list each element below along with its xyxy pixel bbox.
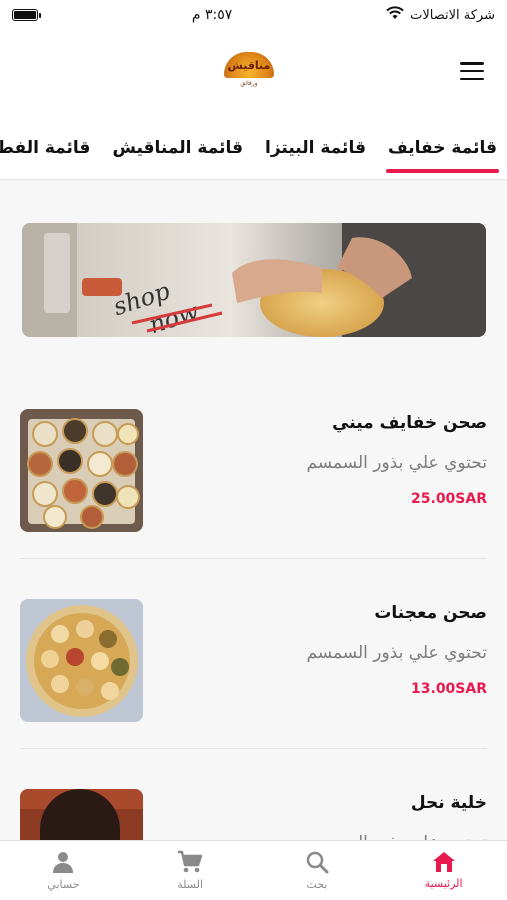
product-card[interactable]: صحن خفايف ميني تحتوي علي بذور السمسم 25.… (20, 409, 487, 549)
logo-text: مناقيش (224, 52, 274, 78)
nav-search-label: بحث (306, 878, 328, 891)
status-bar: ٣:٥٧ م شركة الاتصالات (0, 0, 507, 30)
product-image (20, 409, 143, 532)
product-name: خلية نحل (410, 793, 487, 813)
product-name: صحن خفايف ميني (332, 413, 487, 433)
nav-cart[interactable]: السلة (127, 841, 254, 900)
search-icon (306, 851, 329, 874)
nav-home-label: الرئيسية (424, 877, 463, 890)
nav-account[interactable]: حسابي (0, 841, 127, 900)
tab-khafayef[interactable]: قائمة خفايف (385, 138, 500, 173)
bottom-nav: الرئيسية بحث السلة حسابي (0, 840, 507, 900)
logo-subtext: ورقائق (240, 80, 258, 87)
product-price: 13.00SAR (411, 681, 487, 697)
tab-manakish[interactable]: قائمة المناقيش (112, 138, 243, 158)
account-icon (53, 852, 74, 873)
product-price: 25.00SAR (411, 491, 487, 507)
category-tabs: قائمة خفايف قائمة البيتزا قائمة المناقيش… (0, 112, 507, 180)
nav-account-label: حسابي (47, 878, 80, 891)
hamburger-menu-icon[interactable] (460, 62, 484, 80)
nav-search[interactable]: بحث (254, 841, 381, 900)
product-image (20, 599, 143, 722)
tab-pizza[interactable]: قائمة البيتزا (265, 138, 366, 158)
product-description: تحتوي علي بذور السمسم (306, 643, 487, 663)
product-description: تحتوي علي بذور السمسم (306, 453, 487, 473)
tab-fatayer[interactable]: قائمة الفطائر (0, 138, 90, 158)
nav-cart-label: السلة (177, 878, 204, 891)
divider (20, 558, 487, 559)
divider (20, 748, 487, 749)
cart-icon (178, 850, 203, 873)
promo-banner[interactable]: shop now (22, 223, 486, 337)
product-name: صحن معجنات (374, 603, 487, 623)
brand-logo[interactable]: مناقيش ورقائق (224, 52, 274, 90)
battery-icon (12, 9, 41, 21)
app-header: مناقيش ورقائق (0, 30, 507, 112)
nav-home[interactable]: الرئيسية (380, 841, 507, 900)
home-icon (432, 852, 455, 872)
tab-row: قائمة خفايف قائمة البيتزا قائمة المناقيش… (0, 138, 500, 173)
status-right: شركة الاتصالات (386, 6, 495, 24)
product-card[interactable]: صحن معجنات تحتوي علي بذور السمسم 13.00SA… (20, 599, 487, 739)
battery-indicator (12, 9, 41, 21)
status-time: ٣:٥٧ م (191, 7, 233, 23)
wifi-icon (386, 6, 404, 24)
carrier-name: شركة الاتصالات (410, 7, 495, 23)
